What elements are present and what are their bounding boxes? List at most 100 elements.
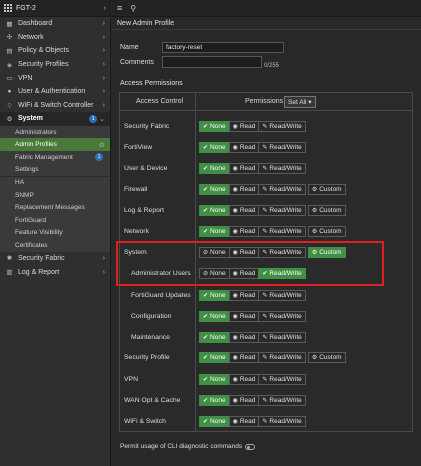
none-icon: ✔ xyxy=(203,166,209,172)
search-icon[interactable]: ⚲ xyxy=(130,4,136,13)
none-button[interactable]: ✔ None xyxy=(199,205,230,216)
read-button[interactable]: ◉ Read xyxy=(228,416,260,427)
device-selector[interactable]: FGT-2 › xyxy=(0,0,110,17)
none-button[interactable]: ✔ None xyxy=(199,226,230,237)
sidebar-subitem-fortiguard[interactable]: FortiGuard xyxy=(0,213,110,227)
sidebar-subitem-admin-profiles[interactable]: Admin Profiles ☆ xyxy=(0,138,110,151)
none-button[interactable]: ✔ None xyxy=(199,416,230,427)
sidebar-subitem-label: SNMP xyxy=(15,191,34,199)
none-button[interactable]: ✔ None xyxy=(199,395,230,406)
permission-row-network: Network ✔ None ◉ Read ✎ Read/Write ⚙ Custom xyxy=(120,221,412,242)
name-input[interactable] xyxy=(162,42,284,53)
rw-button[interactable]: ✎ Read/Write xyxy=(258,184,306,195)
favorite-star-icon[interactable]: ☆ xyxy=(99,141,105,149)
read-button[interactable]: ◉ Read xyxy=(228,352,260,363)
custom-label: Custom xyxy=(319,186,342,193)
sidebar-subitem-administrators[interactable]: Administrators xyxy=(0,125,110,139)
read-button[interactable]: ◉ Read xyxy=(228,226,260,237)
sidebar-subitem-ha[interactable]: HA xyxy=(0,176,110,189)
rw-label: Read/Write xyxy=(269,313,302,320)
read-button[interactable]: ◉ Read xyxy=(228,374,260,385)
rw-button[interactable]: ✎ Read/Write xyxy=(258,416,306,427)
none-button[interactable]: ✔ None xyxy=(199,142,230,153)
permission-label: FortiView xyxy=(124,144,153,151)
none-button[interactable]: ✔ None xyxy=(199,163,230,174)
network-icon: ✣ xyxy=(6,34,13,42)
sidebar-item-log-report[interactable]: ▥ Log & Report › xyxy=(0,265,110,279)
sidebar-subitem-replacement-messages[interactable]: Replacement Messages xyxy=(0,201,110,214)
cli-diagnostic-label: Permit usage of CLI diagnostic commands xyxy=(120,443,243,450)
rw-button[interactable]: ✎ Read/Write xyxy=(258,142,306,153)
sidebar-item-system[interactable]: ⚙ System 1 ⌄ xyxy=(0,112,110,126)
none-label: None xyxy=(210,186,226,193)
none-button[interactable]: ✔ None xyxy=(199,290,230,301)
rw-button[interactable]: ✎ Read/Write xyxy=(258,205,306,216)
set-all-dropdown[interactable]: Set All ▾ xyxy=(284,96,316,108)
read-button[interactable]: ◉ Read xyxy=(228,290,260,301)
rw-button[interactable]: ✎ Read/Write xyxy=(258,311,306,322)
sidebar-item-security-profiles[interactable]: ◈ Security Profiles › xyxy=(0,58,110,72)
rw-button[interactable]: ✎ Read/Write xyxy=(258,332,306,343)
sidebar-item-dashboard[interactable]: ▦ Dashboard › xyxy=(0,17,110,31)
read-button[interactable]: ◉ Read xyxy=(228,205,260,216)
rw-button[interactable]: ✎ Read/Write xyxy=(258,374,306,385)
gear-icon: ⚙ xyxy=(311,355,318,361)
rw-button[interactable]: ✎ Read/Write xyxy=(258,352,306,363)
fabric-icon: ✺ xyxy=(6,255,13,263)
rw-button[interactable]: ✎ Read/Write xyxy=(258,395,306,406)
rw-button[interactable]: ✎ Read/Write xyxy=(258,121,306,132)
custom-button[interactable]: ⚙ Custom xyxy=(307,226,346,237)
read-button[interactable]: ◉ Read xyxy=(228,142,260,153)
none-button[interactable]: ✔ None xyxy=(199,332,230,343)
sidebar-subitem-snmp[interactable]: SNMP xyxy=(0,188,110,202)
read-label: Read xyxy=(239,397,256,404)
read-button[interactable]: ◉ Read xyxy=(228,184,260,195)
none-button[interactable]: ✔ None xyxy=(199,311,230,322)
sidebar-item-security-fabric[interactable]: ✺ Security Fabric › xyxy=(0,252,110,266)
cli-diagnostic-toggle[interactable] xyxy=(245,443,256,450)
sidebar-subitem-feature-visibility[interactable]: Feature Visibility xyxy=(0,226,110,240)
sidebar-item-user-authentication[interactable]: ● User & Authentication › xyxy=(0,85,110,99)
read-button[interactable]: ◉ Read xyxy=(228,332,260,343)
sidebar-subitem-settings[interactable]: Settings xyxy=(0,163,110,177)
sidebar-item-policy-objects[interactable]: ▤ Policy & Objects › xyxy=(0,44,110,58)
chevron-down-icon: ▾ xyxy=(308,99,312,106)
sidebar-item-network[interactable]: ✣ Network › xyxy=(0,31,110,45)
rw-button[interactable]: ✎ Read/Write xyxy=(258,290,306,301)
vpn-icon: ▭ xyxy=(6,75,13,83)
comments-textarea[interactable] xyxy=(162,56,262,68)
rw-label: Read/Write xyxy=(269,397,302,404)
none-icon: ✔ xyxy=(203,398,209,404)
read-button[interactable]: ◉ Read xyxy=(228,311,260,322)
custom-button[interactable]: ⚙ Custom xyxy=(307,352,346,363)
permissions-header: Permissions xyxy=(245,98,284,105)
sidebar-subitem-certificates[interactable]: Certificates xyxy=(0,239,110,252)
sidebar-subitem-fabric-management[interactable]: Fabric Management 1 xyxy=(0,150,110,164)
eye-icon: ◉ xyxy=(232,355,238,361)
rw-button[interactable]: ✎ Read/Write xyxy=(258,163,306,174)
sidebar-item-vpn[interactable]: ▭ VPN › xyxy=(0,71,110,85)
rw-button[interactable]: ✎ Read/Write xyxy=(258,226,306,237)
read-label: Read xyxy=(239,334,256,341)
read-button[interactable]: ◉ Read xyxy=(228,121,260,132)
read-button[interactable]: ◉ Read xyxy=(228,395,260,406)
permission-row-maintenance: Maintenance ✔ None ◉ Read ✎ Read/Write xyxy=(120,327,412,348)
name-label: Name xyxy=(120,44,139,51)
menu-icon[interactable]: ≡ xyxy=(117,3,122,13)
chevron-right-icon: › xyxy=(102,268,105,276)
wifi-icon: ⌔ xyxy=(6,102,13,110)
none-button[interactable]: ✔ None xyxy=(199,121,230,132)
pencil-icon: ✎ xyxy=(262,187,268,193)
none-button[interactable]: ✔ None xyxy=(199,184,230,195)
permission-options: ✔ None ◉ Read ✎ Read/Write xyxy=(199,395,306,406)
custom-button[interactable]: ⚙ Custom xyxy=(307,205,346,216)
permission-row-configuration: Configuration ✔ None ◉ Read ✎ Read/Write xyxy=(120,306,412,327)
none-icon: ✔ xyxy=(203,377,209,383)
none-button[interactable]: ✔ None xyxy=(199,374,230,385)
read-button[interactable]: ◉ Read xyxy=(228,163,260,174)
none-button[interactable]: ✔ None xyxy=(199,352,230,363)
permission-options: ✔ None ◉ Read ✎ Read/Write xyxy=(199,142,306,153)
sidebar-item-label: Policy & Objects xyxy=(18,47,69,55)
sidebar-item-wifi-switch-controller[interactable]: ⌔ WiFi & Switch Controller › xyxy=(0,99,110,113)
custom-button[interactable]: ⚙ Custom xyxy=(307,184,346,195)
